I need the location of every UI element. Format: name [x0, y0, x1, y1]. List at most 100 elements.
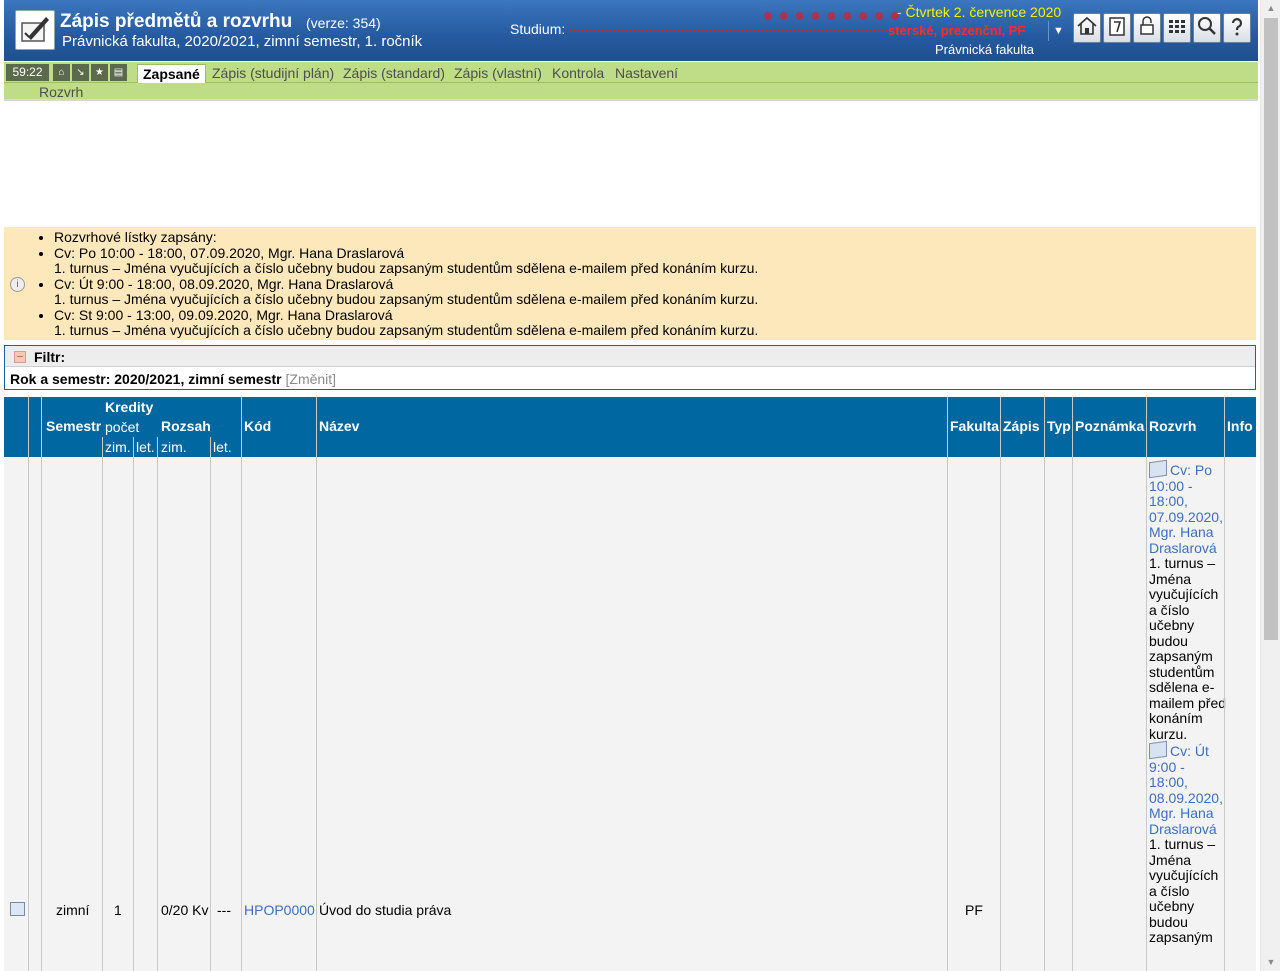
col-semestr[interactable]: Semestr	[46, 418, 101, 434]
info-item-text: Cv: St 9:00 - 13:00, 09.09.2020, Mgr. Ha…	[54, 306, 393, 323]
cell-kredity: 1	[114, 902, 122, 918]
home-icon[interactable]	[1073, 13, 1101, 43]
redacted-studium	[570, 29, 898, 32]
cell-rozvrh: Cv: Po 10:00 - 18:00, 07.09.2020, Mgr. H…	[1149, 459, 1227, 946]
vertical-scrollbar[interactable]: ▲ ▼	[1260, 0, 1280, 971]
info-item-note: 1. turnus – Jména vyučujících a číslo uč…	[54, 322, 759, 338]
col-rozsah-zim: zim.	[161, 439, 187, 455]
rozvrh-entry-note: 1. turnus – Jména vyučujících a číslo uč…	[1149, 836, 1219, 945]
rozvrh-entry[interactable]: Cv: Po 10:00 - 18:00, 07.09.2020, Mgr. H…	[1149, 459, 1227, 556]
info-item: Cv: Po 10:00 - 18:00, 07.09.2020, Mgr. H…	[54, 244, 759, 277]
app-version: (verze: 354)	[306, 15, 381, 31]
filter-header: – Filtr:	[5, 346, 1255, 367]
rozvrh-entry[interactable]: Cv: Út 9:00 - 18:00, 08.09.2020, Mgr. Ha…	[1149, 740, 1227, 837]
notepad-icon[interactable]	[1103, 13, 1131, 43]
info-icon: i	[10, 277, 25, 292]
rozvrh-entry-note: 1. turnus – Jména vyučujících a číslo uč…	[1149, 555, 1227, 742]
filter-value: Rok a semestr: 2020/2021, zimní semestr	[10, 371, 282, 387]
chevron-down-icon[interactable]: ▼	[1048, 21, 1068, 41]
app-header: Zápis předmětů a rozvrhu (verze: 354) Pr…	[4, 0, 1258, 61]
info-item: Cv: Út 9:00 - 18:00, 08.09.2020, Mgr. Ha…	[54, 275, 759, 308]
cell-kod-link[interactable]: HPOP0000	[244, 902, 315, 918]
info-item-note: 1. turnus – Jména vyučujících a číslo uč…	[54, 291, 759, 307]
filter-title: Filtr:	[34, 349, 66, 365]
arrow-icon[interactable]: ↘	[72, 64, 89, 81]
grid-icon[interactable]	[1163, 13, 1191, 43]
collapse-icon[interactable]: –	[14, 351, 26, 363]
search-icon[interactable]	[1193, 13, 1221, 43]
faculty-name: Právnická fakulta	[935, 42, 1034, 57]
info-item-note: 1. turnus – Jména vyučujících a číslo uč…	[54, 260, 759, 276]
col-kod[interactable]: Kód	[244, 418, 271, 434]
tab-nastaveni[interactable]: Nastavení	[615, 65, 678, 81]
sub-nav: Rozvrh	[4, 83, 1258, 101]
table-header: Semestr Kredity počet zim. let. Rozsah z…	[4, 397, 1256, 457]
col-rozsah-let: let.	[213, 439, 232, 455]
column-divider	[1224, 397, 1225, 971]
main-nav: 59:22 ⌂ ↘ ★ ▤ Zapsané Zápis (studijní pl…	[4, 62, 1258, 83]
table-row: zimní 1 0/20 Kv --- HPOP0000 Úvod do stu…	[4, 457, 1256, 971]
col-kredity: Kredity	[105, 399, 154, 415]
print-icon[interactable]: ▤	[110, 64, 127, 81]
info-item-text: Cv: Po 10:00 - 18:00, 07.09.2020, Mgr. H…	[54, 244, 405, 261]
cell-rozsah-zim: 0/20 Kv	[161, 902, 209, 918]
column-divider	[1044, 397, 1045, 971]
col-info: Info	[1227, 418, 1253, 434]
tab-zapis-studijni-plan[interactable]: Zápis (studijní plán)	[212, 65, 334, 81]
help-icon[interactable]	[1223, 13, 1251, 43]
lock-icon[interactable]	[1133, 13, 1161, 43]
cell-semestr: zimní	[56, 902, 90, 918]
app-title: Zápis předmětů a rozvrhu	[60, 11, 293, 32]
info-list: Rozvrhové lístky zapsány: Cv: Po 10:00 -…	[54, 229, 759, 339]
cell-rozsah-let: ---	[217, 902, 231, 918]
column-divider	[316, 397, 317, 971]
cell-fakulta: PF	[965, 902, 983, 918]
studium-label: Studium:	[510, 21, 566, 37]
column-divider	[210, 437, 211, 971]
tab-kontrola[interactable]: Kontrola	[552, 65, 604, 81]
studium-select[interactable]: sterské, prezenční, PF	[888, 23, 1025, 38]
col-nazev[interactable]: Název	[319, 418, 359, 434]
subnav-rozvrh[interactable]: Rozvrh	[39, 84, 83, 100]
schedule-ticket-icon	[1149, 740, 1167, 760]
column-divider	[41, 397, 42, 971]
col-poznamka: Poznámka	[1075, 418, 1145, 434]
redacted-name	[764, 6, 899, 20]
calendar-icon[interactable]	[10, 902, 25, 916]
column-divider	[28, 397, 29, 971]
col-kredity-zim: zim.	[105, 439, 131, 455]
info-item-text: Cv: Út 9:00 - 18:00, 08.09.2020, Mgr. Ha…	[54, 275, 394, 292]
scrollbar-thumb[interactable]	[1264, 18, 1278, 640]
tab-zapsane[interactable]: Zapsané	[137, 64, 206, 83]
col-zapis: Zápis	[1003, 418, 1040, 434]
column-divider	[1146, 397, 1147, 971]
column-divider	[1000, 397, 1001, 971]
col-rozvrh: Rozvrh	[1149, 418, 1197, 434]
tab-zapis-standard[interactable]: Zápis (standard)	[343, 65, 445, 81]
info-item: Rozvrhové lístky zapsány:	[54, 229, 758, 246]
col-kredity-pocet: počet	[105, 419, 140, 435]
col-rozsah: Rozsah	[161, 418, 211, 434]
column-divider	[241, 397, 242, 971]
column-divider	[1072, 397, 1073, 971]
current-date: - Čtvrtek 2. července 2020	[897, 4, 1062, 20]
filter-change-link[interactable]: [Změnit]	[286, 371, 337, 387]
scroll-down-icon[interactable]: ▼	[1261, 954, 1280, 971]
app-subtitle: Právnická fakulta, 2020/2021, zimní seme…	[62, 33, 423, 50]
home-nav-icon[interactable]: ⌂	[53, 64, 70, 81]
col-kredity-let: let.	[136, 439, 155, 455]
page: Zápis předmětů a rozvrhu (verze: 354) Pr…	[0, 0, 1260, 971]
column-divider	[133, 437, 134, 971]
star-icon[interactable]: ★	[91, 64, 108, 81]
info-item-text: Rozvrhové lístky zapsány:	[54, 229, 217, 245]
app-logo-icon	[15, 10, 55, 50]
column-divider	[157, 437, 158, 971]
scroll-up-icon[interactable]: ▲	[1261, 0, 1280, 17]
filter-row: Rok a semestr: 2020/2021, zimní semestr …	[10, 371, 336, 387]
info-item: Cv: St 9:00 - 13:00, 09.09.2020, Mgr. Ha…	[54, 306, 759, 339]
info-message: i Rozvrhové lístky zapsány: Cv: Po 10:00…	[4, 227, 1256, 340]
column-divider	[102, 437, 103, 971]
filter-panel: – Filtr: Rok a semestr: 2020/2021, zimní…	[4, 345, 1256, 390]
tab-zapis-vlastni[interactable]: Zápis (vlastní)	[454, 65, 542, 81]
column-divider	[947, 397, 948, 971]
